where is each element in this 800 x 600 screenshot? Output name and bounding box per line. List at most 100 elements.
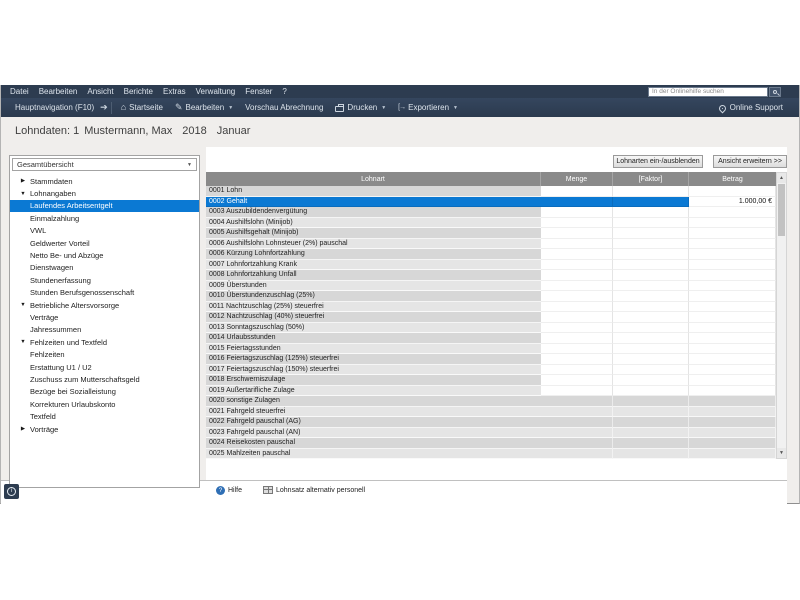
betrag-cell[interactable]: [689, 333, 776, 344]
vorschau-abrechnung-button[interactable]: Vorschau Abrechnung: [239, 103, 329, 112]
faktor-cell[interactable]: [613, 365, 689, 376]
table-row-0006-kürzung-lohnfortzahlung[interactable]: 0006 Kürzung Lohnfortzahlung: [206, 249, 776, 260]
menge-cell[interactable]: [541, 270, 613, 281]
faktor-cell[interactable]: [613, 302, 689, 313]
table-row-0017-feiertagszuschlag-150-steuerfrei[interactable]: 0017 Feiertagszuschlag (150%) steuerfrei: [206, 365, 776, 376]
faktor-cell[interactable]: [613, 375, 689, 386]
chevron-expanded-icon[interactable]: ▼: [18, 339, 28, 345]
sidebar-item-vwl[interactable]: VWL: [10, 225, 199, 237]
betrag-cell[interactable]: [689, 386, 776, 397]
table-row-0011-nachtzuschlag-25-steuerfrei[interactable]: 0011 Nachtzuschlag (25%) steuerfrei: [206, 302, 776, 313]
table-row-0015-feiertagsstunden[interactable]: 0015 Feiertagsstunden: [206, 344, 776, 355]
drucken-button[interactable]: Drucken▼: [329, 103, 392, 112]
faktor-cell[interactable]: [613, 239, 689, 250]
expand-view-button[interactable]: Ansicht erweitern >>: [713, 155, 787, 168]
menu-fenster[interactable]: Fenster: [240, 85, 277, 98]
sidebar-item-verträge[interactable]: Verträge: [10, 311, 199, 323]
betrag-cell[interactable]: [689, 260, 776, 271]
table-row-0003-auszubildendenvergütung[interactable]: 0003 Auszubildendenvergütung: [206, 207, 776, 218]
betrag-cell[interactable]: 1.000,00 €: [689, 197, 776, 208]
sidebar-item-netto-be-und-abzüge[interactable]: Netto Be- und Abzüge: [10, 249, 199, 261]
sidebar-item-fehlzeiten[interactable]: Fehlzeiten: [10, 348, 199, 360]
sidebar-item-jahressummen[interactable]: Jahressummen: [10, 324, 199, 336]
menge-cell[interactable]: [541, 249, 613, 260]
menu-bearbeiten[interactable]: Bearbeiten: [34, 85, 83, 98]
sidebar-item-fehlzeiten-und-textfeld[interactable]: ▼Fehlzeiten und Textfeld: [10, 336, 199, 348]
table-row-0001-lohn[interactable]: 0001 Lohn: [206, 186, 776, 197]
faktor-cell[interactable]: [613, 197, 689, 208]
menge-cell[interactable]: [541, 239, 613, 250]
sidebar-item-einmalzahlung[interactable]: Einmalzahlung: [10, 212, 199, 224]
menu-ansicht[interactable]: Ansicht: [82, 85, 118, 98]
startseite-button[interactable]: ⌂Startseite: [115, 103, 169, 112]
menu-verwaltung[interactable]: Verwaltung: [191, 85, 241, 98]
help-button[interactable]: ? Hilfe: [216, 486, 242, 495]
table-row-0005-aushilfsgehalt-minijob[interactable]: 0005 Aushilfsgehalt (Minijob): [206, 228, 776, 239]
betrag-cell[interactable]: [689, 354, 776, 365]
chevron-collapsed-icon[interactable]: ▶: [18, 178, 28, 184]
betrag-cell[interactable]: [689, 281, 776, 292]
faktor-cell[interactable]: [613, 260, 689, 271]
betrag-cell[interactable]: [689, 302, 776, 313]
betrag-cell[interactable]: [689, 270, 776, 281]
exportieren-button[interactable]: [→Exportieren▼: [392, 103, 464, 112]
faktor-cell[interactable]: [613, 354, 689, 365]
table-row-0020-sonstige-zulagen[interactable]: 0020 sonstige Zulagen: [206, 396, 776, 407]
menu-datei[interactable]: Datei: [5, 85, 34, 98]
table-row-0022-fahrgeld-pauschal-ag[interactable]: 0022 Fahrgeld pauschal (AG): [206, 417, 776, 428]
view-selector-dropdown[interactable]: Gesamtübersicht ▼: [12, 158, 197, 171]
betrag-cell[interactable]: [689, 186, 776, 197]
table-row-0016-feiertagszuschlag-125-steuerfrei[interactable]: 0016 Feiertagszuschlag (125%) steuerfrei: [206, 354, 776, 365]
sidebar-item-bezüge-bei-sozialleistung[interactable]: Bezüge bei Sozialleistung: [10, 386, 199, 398]
menge-cell[interactable]: [541, 218, 613, 229]
search-button[interactable]: [769, 87, 781, 97]
menge-cell[interactable]: [541, 386, 613, 397]
sidebar-item-stammdaten[interactable]: ▶Stammdaten: [10, 175, 199, 187]
menge-cell[interactable]: [541, 291, 613, 302]
menge-cell[interactable]: [541, 354, 613, 365]
faktor-cell[interactable]: [613, 291, 689, 302]
betrag-cell[interactable]: [689, 228, 776, 239]
menge-cell[interactable]: [541, 312, 613, 323]
hauptnavigation-button[interactable]: Hauptnavigation (F10): [9, 103, 100, 112]
sidebar-item-vorträge[interactable]: ▶Vorträge: [10, 423, 199, 435]
scrollbar-thumb[interactable]: [778, 184, 785, 236]
scroll-down-icon[interactable]: ▼: [777, 448, 786, 458]
sidebar-item-stundenerfassung[interactable]: Stundenerfassung: [10, 274, 199, 286]
sidebar-item-zuschuss-zum-mutterschaftsgeld[interactable]: Zuschuss zum Mutterschaftsgeld: [10, 373, 199, 385]
faktor-cell[interactable]: [613, 218, 689, 229]
menu-extras[interactable]: Extras: [158, 85, 191, 98]
toggle-wage-types-button[interactable]: Lohnarten ein-/ausblenden: [613, 155, 703, 168]
menge-cell[interactable]: [541, 281, 613, 292]
menge-cell[interactable]: [541, 375, 613, 386]
bearbeiten-button[interactable]: ✎Bearbeiten▼: [169, 103, 239, 112]
menge-cell[interactable]: [541, 207, 613, 218]
menge-cell[interactable]: [541, 302, 613, 313]
table-row-0013-sonntagszuschlag-50[interactable]: 0013 Sonntagszuschlag (50%): [206, 323, 776, 334]
faktor-cell[interactable]: [613, 207, 689, 218]
betrag-cell[interactable]: [689, 218, 776, 229]
forward-arrow-icon[interactable]: ➔: [100, 103, 108, 112]
table-row-0025-mahlzeiten-pauschal[interactable]: 0025 Mahlzeiten pauschal: [206, 449, 776, 460]
menge-cell[interactable]: [541, 344, 613, 355]
sidebar-item-erstattung-u1-u2[interactable]: Erstattung U1 / U2: [10, 361, 199, 373]
betrag-cell[interactable]: [689, 344, 776, 355]
faktor-cell[interactable]: [613, 281, 689, 292]
online-support-button[interactable]: Online Support: [719, 103, 791, 112]
table-row-0008-lohnfortzahlung-unfall[interactable]: 0008 Lohnfortzahlung Unfall: [206, 270, 776, 281]
chevron-expanded-icon[interactable]: ▼: [18, 191, 28, 197]
faktor-cell[interactable]: [613, 249, 689, 260]
menge-cell[interactable]: [541, 365, 613, 376]
chevron-collapsed-icon[interactable]: ▶: [18, 426, 28, 432]
table-row-0018-erschwerniszulage[interactable]: 0018 Erschwerniszulage: [206, 375, 776, 386]
sidebar-item-dienstwagen[interactable]: Dienstwagen: [10, 262, 199, 274]
betrag-cell[interactable]: [689, 249, 776, 260]
table-row-0023-fahrgeld-pauschal-an[interactable]: 0023 Fahrgeld pauschal (AN): [206, 428, 776, 439]
sidebar-item-betriebliche-altersvorsorge[interactable]: ▼Betriebliche Altersvorsorge: [10, 299, 199, 311]
faktor-cell[interactable]: [613, 228, 689, 239]
faktor-cell[interactable]: [613, 186, 689, 197]
table-row-0014-urlaubsstunden[interactable]: 0014 Urlaubsstunden: [206, 333, 776, 344]
menu-berichte[interactable]: Berichte: [119, 85, 158, 98]
table-row-0012-nachtzuschlag-40-steuerfrei[interactable]: 0012 Nachtzuschlag (40%) steuerfrei: [206, 312, 776, 323]
betrag-cell[interactable]: [689, 239, 776, 250]
